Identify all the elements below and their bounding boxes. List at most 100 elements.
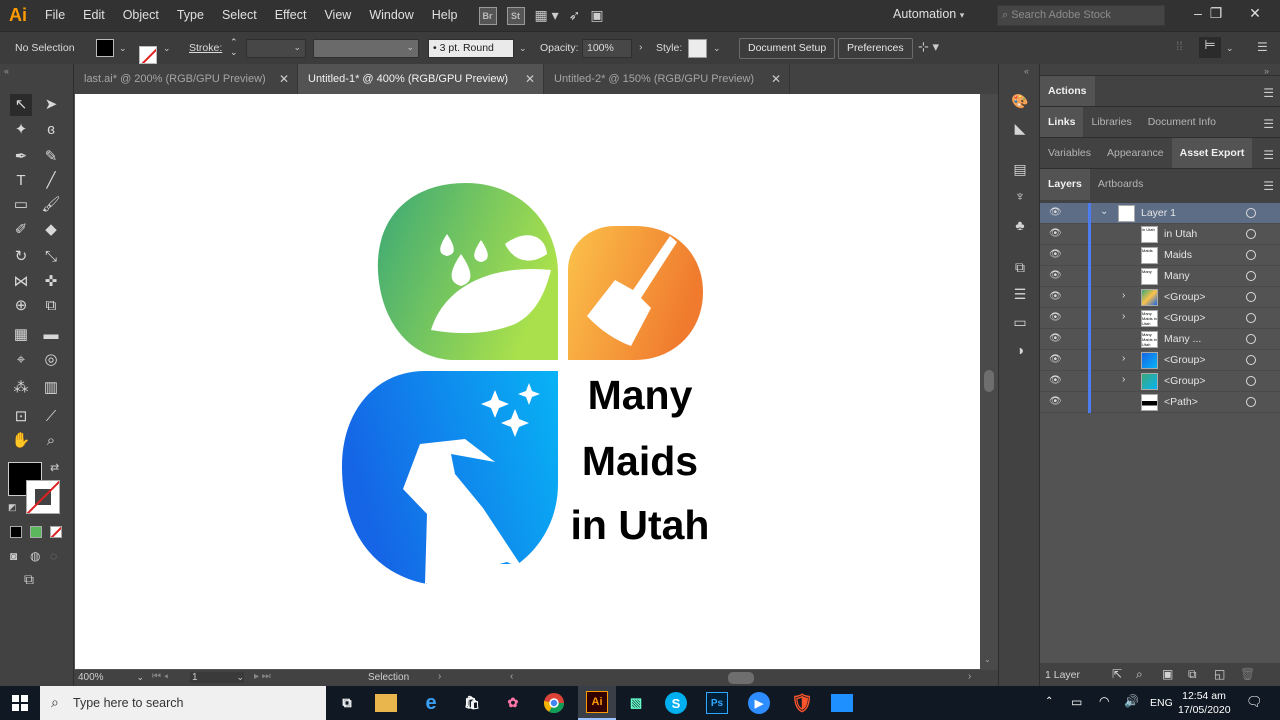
target-icon[interactable]: [1246, 208, 1256, 218]
tab-untitled-1[interactable]: Untitled-1* @ 400% (RGB/GPU Preview) ✕: [298, 64, 544, 94]
visibility-eye-icon[interactable]: 👁: [1049, 291, 1062, 303]
bridge-icon[interactable]: Br: [478, 6, 497, 25]
layer-name[interactable]: <Group>: [1164, 291, 1205, 303]
layer-name[interactable]: in Utah: [1164, 228, 1197, 240]
pen-tool-icon[interactable]: ✒: [10, 146, 32, 168]
illustrator-taskbar-button[interactable]: Ai: [578, 686, 616, 720]
panel-menu-icon[interactable]: ☰: [1263, 148, 1274, 162]
store-icon[interactable]: 🛍: [459, 690, 485, 716]
layer-name[interactable]: Many ...: [1164, 333, 1201, 345]
battery-icon[interactable]: ▭: [1071, 695, 1082, 709]
clipping-mask-icon[interactable]: ▣: [1162, 667, 1173, 681]
logo-line-maids[interactable]: Maids: [555, 438, 725, 485]
task-view-icon[interactable]: ⧉: [334, 690, 360, 716]
visibility-eye-icon[interactable]: 👁: [1049, 249, 1062, 261]
logo-artwork[interactable]: [75, 94, 981, 669]
rotate-tool-icon[interactable]: ↻: [10, 246, 32, 268]
menu-help[interactable]: Help: [423, 0, 467, 31]
eyedropper-tool-icon[interactable]: ⌖: [10, 349, 32, 371]
gpu-performance-icon[interactable]: ➶: [569, 7, 581, 24]
canvas[interactable]: Many Maids in Utah: [74, 94, 981, 670]
target-icon[interactable]: [1246, 271, 1256, 281]
photos-icon[interactable]: ▧: [623, 690, 649, 716]
locate-object-icon[interactable]: ⌕: [1136, 667, 1143, 682]
image-viewer-icon[interactable]: [831, 694, 853, 712]
change-screen-mode-icon[interactable]: ⧉: [24, 571, 34, 588]
artboard-nav-last-icon[interactable]: ▸ ⏭: [254, 671, 271, 682]
transform-panel-icon[interactable]: ⧉: [1009, 256, 1031, 278]
slice-tool-icon[interactable]: ⟋: [40, 406, 62, 428]
menu-object[interactable]: Object: [114, 0, 168, 31]
photoshop-icon[interactable]: Ps: [706, 692, 728, 714]
target-icon[interactable]: [1246, 313, 1256, 323]
close-tab-icon[interactable]: ✕: [771, 72, 781, 86]
graphic-style-swatch[interactable]: [688, 39, 707, 58]
chevron-down-icon[interactable]: ⌄: [1100, 206, 1108, 217]
delete-layer-icon[interactable]: 🗑: [1240, 667, 1255, 681]
zoom-field[interactable]: 400% ⌄: [78, 672, 144, 683]
layer-row[interactable]: 👁 <Path>: [1040, 392, 1280, 413]
zoom-tool-icon[interactable]: ⌕: [40, 430, 62, 452]
start-button[interactable]: [0, 686, 40, 720]
visibility-eye-icon[interactable]: 👁: [1049, 312, 1062, 324]
chevron-right-icon[interactable]: ›: [1122, 353, 1125, 364]
target-icon[interactable]: [1246, 229, 1256, 239]
stroke-label[interactable]: Stroke:: [189, 42, 222, 54]
draw-inside-icon[interactable]: ◌: [50, 549, 57, 563]
target-icon[interactable]: [1246, 376, 1256, 386]
artboard[interactable]: Many Maids in Utah: [75, 94, 981, 669]
vertical-scrollbar[interactable]: ⌄: [980, 94, 998, 670]
tab-untitled-2[interactable]: Untitled-2* @ 150% (RGB/GPU Preview) ✕: [544, 64, 790, 94]
zoom-meetings-icon[interactable]: ▶: [748, 692, 770, 714]
visibility-eye-icon[interactable]: 👁: [1049, 396, 1062, 408]
restore-button[interactable]: ❐: [1201, 2, 1231, 24]
symbols-icon[interactable]: ▤: [1009, 158, 1031, 180]
arrange-icon[interactable]: ⊨: [1199, 37, 1221, 58]
visibility-eye-icon[interactable]: 👁: [1049, 375, 1062, 387]
gpu-preview-icon[interactable]: ▣: [590, 7, 603, 24]
shape-builder-tool-icon[interactable]: ⊕: [10, 295, 32, 317]
menu-edit[interactable]: Edit: [74, 0, 114, 31]
column-graph-tool-icon[interactable]: ▥: [40, 377, 62, 399]
variable-width-profile[interactable]: ⌄: [313, 39, 419, 58]
none-mode-icon[interactable]: [50, 526, 62, 538]
brush-dropdown-icon[interactable]: ⌄: [519, 43, 527, 54]
scroll-right-icon[interactable]: ›: [968, 671, 971, 682]
tab-document-info[interactable]: Document Info: [1140, 107, 1224, 138]
new-sublayer-icon[interactable]: ⧉: [1188, 667, 1197, 682]
visibility-eye-icon[interactable]: 👁: [1049, 207, 1062, 219]
brush-definition[interactable]: • 3 pt. Round: [428, 39, 514, 58]
color-mode-icon[interactable]: [10, 526, 22, 538]
stroke-swatch[interactable]: [139, 46, 157, 64]
close-window-button[interactable]: ✕: [1240, 2, 1270, 24]
curvature-tool-icon[interactable]: ✎: [40, 146, 62, 168]
target-icon[interactable]: [1246, 397, 1256, 407]
tab-actions[interactable]: Actions: [1040, 75, 1095, 107]
new-layer-icon[interactable]: ◱: [1214, 667, 1225, 681]
show-hidden-icons[interactable]: ⌃: [1045, 696, 1053, 707]
tab-variables[interactable]: Variables: [1040, 138, 1099, 169]
artboard-number-field[interactable]: 1 ⌄: [190, 672, 244, 683]
line-tool-icon[interactable]: ╱: [40, 170, 62, 192]
target-icon[interactable]: [1246, 292, 1256, 302]
direct-selection-tool-icon[interactable]: ➤: [40, 94, 62, 116]
tab-appearance[interactable]: Appearance: [1099, 138, 1172, 169]
notifications-icon[interactable]: 🗨: [1246, 694, 1263, 710]
type-tool-icon[interactable]: T: [10, 170, 32, 192]
stroke-dropdown-icon[interactable]: ⌄: [163, 43, 171, 54]
menu-select[interactable]: Select: [213, 0, 266, 31]
visibility-eye-icon[interactable]: 👁: [1049, 270, 1062, 282]
opacity-arrow-icon[interactable]: ›: [639, 41, 643, 53]
stroke-weight-stepper[interactable]: ⌃ ⌄: [230, 37, 238, 57]
gradient-tool-icon[interactable]: ▬: [40, 324, 62, 346]
eraser-tool-icon[interactable]: ◆: [40, 219, 62, 241]
panel-menu-icon[interactable]: ☰: [1263, 117, 1274, 131]
panel-menu-icon[interactable]: ☰: [1263, 179, 1274, 193]
align-icon[interactable]: ⁞⁞: [1176, 39, 1183, 53]
layer-row[interactable]: 👁 Many Many: [1040, 266, 1280, 287]
layer-row[interactable]: 👁 › <Group>: [1040, 287, 1280, 308]
stock-search-input[interactable]: ⌕ Search Adobe Stock: [997, 5, 1165, 26]
workspace-switcher[interactable]: Automation ▾: [893, 7, 964, 21]
visibility-eye-icon[interactable]: 👁: [1049, 333, 1062, 345]
app-logo[interactable]: Ai: [0, 0, 36, 31]
